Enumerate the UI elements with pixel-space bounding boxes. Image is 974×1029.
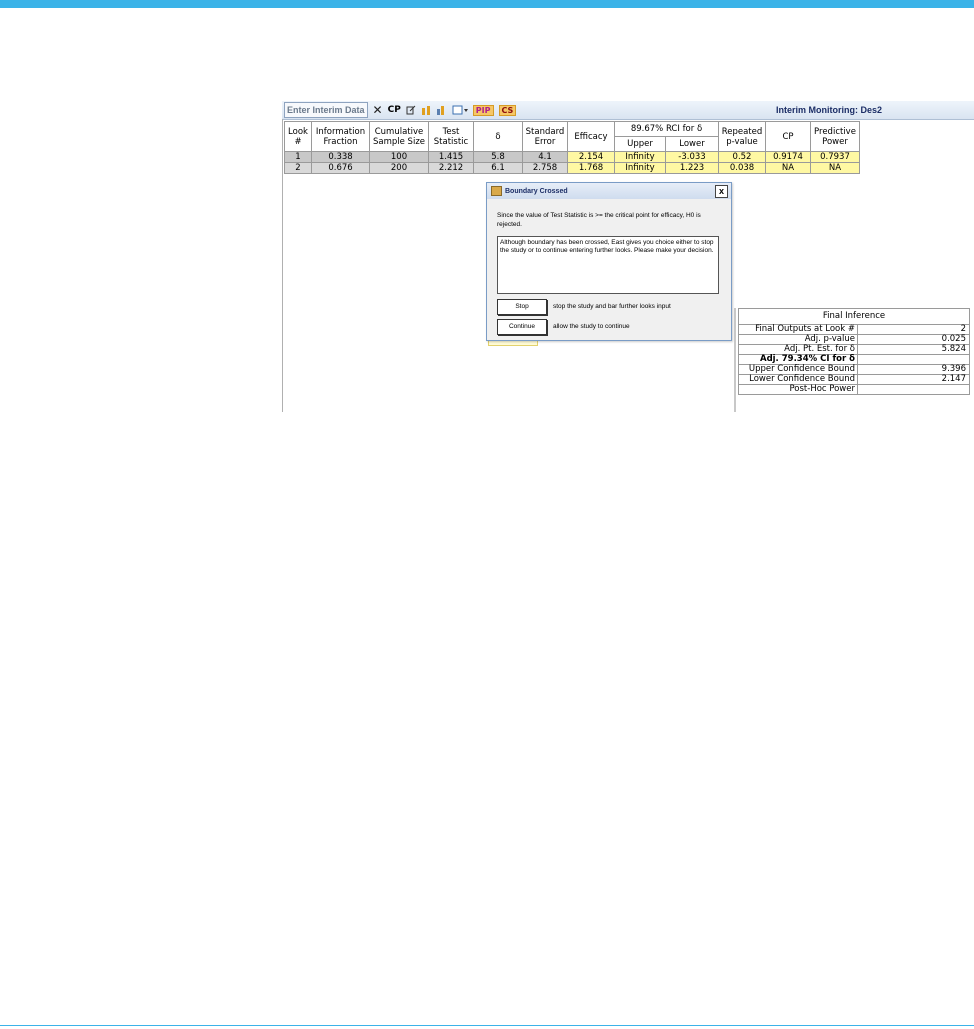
cell-se: 4.1: [522, 151, 568, 163]
dialog-title: Boundary Crossed: [505, 187, 568, 195]
dialog-title-bar[interactable]: Boundary Crossed x: [487, 183, 731, 199]
col-test-statistic: Test Statistic: [428, 121, 474, 152]
col-rci-lower: Lower: [665, 136, 719, 152]
cell-repeated-p: 0.038: [718, 162, 766, 174]
table-row[interactable]: 1 0.338 100 1.415 5.8 4.1 2.154 Infinity…: [284, 151, 860, 163]
col-cumulative-sample-size: Cumulative Sample Size: [369, 121, 429, 152]
bar-chart-icon[interactable]: [436, 105, 447, 115]
col-standard-error: Standard Error: [522, 121, 568, 152]
cell-delta: 5.8: [473, 151, 523, 163]
cell-info: 0.676: [311, 162, 370, 174]
fi-row: Post-Hoc Power: [738, 385, 970, 395]
dialog-message: Since the value of Test Statistic is >= …: [497, 212, 701, 228]
cell-efficacy: 2.154: [567, 151, 615, 163]
interim-monitoring-table: Look # Information Fraction Cumulative Samp…: [284, 121, 860, 174]
cell-look: 1: [284, 151, 312, 163]
cell-lower: 1.223: [665, 162, 719, 174]
col-efficacy: Efficacy: [567, 121, 615, 152]
col-rci-upper: Upper: [614, 136, 666, 152]
panel-splitter[interactable]: [734, 308, 736, 412]
cell-upper: Infinity: [614, 162, 666, 174]
toolbar: Enter Interim Data ✕ CP PIP CS Interim M…: [282, 101, 974, 120]
col-predictive-power: Predictive Power: [810, 121, 860, 152]
close-icon[interactable]: x: [715, 185, 728, 198]
top-accent-bar: [0, 0, 974, 8]
enter-interim-data-button[interactable]: Enter Interim Data: [284, 102, 368, 118]
pip-button[interactable]: PIP: [472, 104, 494, 116]
col-info-fraction: Information Fraction: [311, 121, 370, 152]
cp-button[interactable]: CP: [388, 105, 401, 115]
continue-button[interactable]: Continue: [497, 319, 547, 335]
cell-upper: Infinity: [614, 151, 666, 163]
col-look: Look #: [284, 121, 312, 152]
close-icon[interactable]: ✕: [373, 103, 383, 117]
cell-efficacy: 1.768: [567, 162, 615, 174]
cs-button[interactable]: CS: [498, 104, 517, 116]
dialog-info-box: Although boundary has been crossed, East…: [497, 236, 719, 294]
cell-test: 1.415: [428, 151, 474, 163]
col-rci: 89.67% RCI for δ: [614, 121, 719, 137]
stop-description: stop the study and bar further looks inp…: [553, 303, 671, 310]
cell-cum: 100: [369, 151, 429, 163]
cell-se: 2.758: [522, 162, 568, 174]
cell-repeated-p: 0.52: [718, 151, 766, 163]
boundary-crossed-dialog: Boundary Crossed x Since the value of Te…: [486, 182, 732, 341]
col-cp: CP: [765, 121, 811, 152]
final-inference-panel: Final Inference Final Outputs at Look #2…: [738, 308, 970, 395]
chart-icon[interactable]: [421, 105, 431, 115]
cell-delta: 6.1: [473, 162, 523, 174]
final-inference-title: Final Inference: [738, 308, 970, 325]
cell-pp: NA: [810, 162, 860, 174]
report-dropdown-icon[interactable]: [452, 105, 468, 115]
col-delta: δ: [473, 121, 523, 152]
edit-icon[interactable]: [406, 105, 416, 115]
app-icon: [491, 186, 502, 196]
cell-pp: 0.7937: [810, 151, 860, 163]
cell-cp: NA: [765, 162, 811, 174]
bottom-divider: [0, 1025, 974, 1026]
cell-info: 0.338: [311, 151, 370, 163]
cell-lower: -3.033: [665, 151, 719, 163]
table-row[interactable]: 2 0.676 200 2.212 6.1 2.758 1.768 Infini…: [284, 162, 860, 174]
cell-cp: 0.9174: [765, 151, 811, 163]
continue-description: allow the study to continue: [553, 323, 630, 330]
cell-cum: 200: [369, 162, 429, 174]
cell-look: 2: [284, 162, 312, 174]
cell-test: 2.212: [428, 162, 474, 174]
stop-button[interactable]: Stop: [497, 299, 547, 315]
window-title: Interim Monitoring: Des2: [775, 105, 882, 115]
col-repeated-p-value: Repeated p-value: [718, 121, 766, 152]
